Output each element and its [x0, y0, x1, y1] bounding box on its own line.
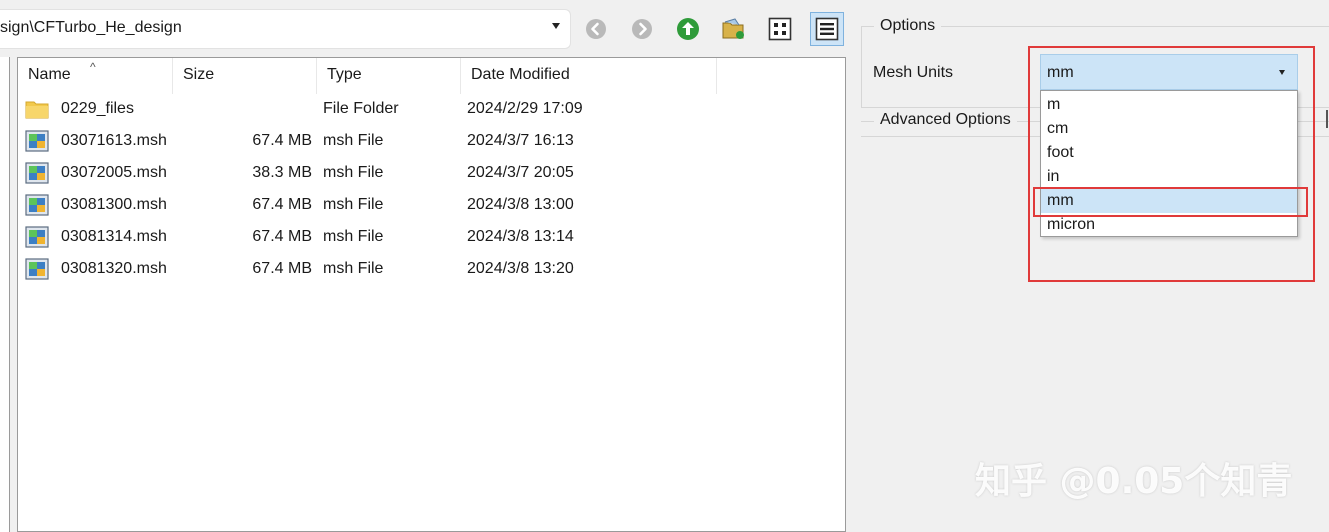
- new-folder-button[interactable]: [717, 12, 751, 46]
- path-text: sign\CFTurbo_He_design: [0, 19, 182, 36]
- chevron-down-icon[interactable]: [552, 23, 560, 29]
- column-header-type[interactable]: Type: [317, 58, 461, 94]
- table-row[interactable]: 03071613.msh 67.4 MB msh File 2024/3/7 1…: [18, 126, 845, 158]
- file-type: msh File: [323, 228, 384, 245]
- mesh-units-label: Mesh Units: [873, 64, 954, 81]
- file-size: 67.4 MB: [252, 196, 312, 213]
- file-size: 67.4 MB: [252, 228, 312, 245]
- file-name: 0229_files: [61, 100, 134, 117]
- panel-edge: [1326, 110, 1328, 128]
- column-header-date-modified[interactable]: Date Modified: [461, 58, 717, 94]
- msh-file-icon: [25, 194, 49, 216]
- file-name: 03081320.msh: [61, 260, 167, 277]
- up-folder-button[interactable]: [671, 12, 705, 46]
- forward-icon: [632, 19, 652, 39]
- new-folder-icon: [722, 18, 744, 39]
- msh-file-icon: [25, 130, 49, 152]
- column-header-name[interactable]: ^ Name: [18, 58, 173, 94]
- navigation-pane-edge: [0, 57, 10, 532]
- file-date: 2024/3/8 13:20: [467, 260, 574, 277]
- msh-file-icon: [25, 258, 49, 280]
- path-combobox[interactable]: sign\CFTurbo_He_design: [0, 10, 570, 48]
- file-date: 2024/2/29 17:09: [467, 100, 583, 117]
- file-type: msh File: [323, 260, 384, 277]
- file-name: 03081314.msh: [61, 228, 167, 245]
- file-type: msh File: [323, 164, 384, 181]
- options-group-label: Options: [874, 17, 942, 35]
- file-name: 03072005.msh: [61, 164, 167, 181]
- icon-view-button[interactable]: [763, 12, 797, 46]
- back-button[interactable]: [579, 12, 613, 46]
- file-size: 67.4 MB: [252, 260, 312, 277]
- detail-view-button[interactable]: [810, 12, 844, 46]
- file-date: 2024/3/7 16:13: [467, 132, 574, 149]
- watermark: 知乎 @0.05个知青: [975, 461, 1293, 502]
- file-type: msh File: [323, 196, 384, 213]
- up-folder-icon: [677, 18, 699, 40]
- file-size: 67.4 MB: [252, 132, 312, 149]
- table-row[interactable]: 03081314.msh 67.4 MB msh File 2024/3/8 1…: [18, 222, 845, 254]
- detail-view-icon: [815, 17, 839, 41]
- annotation-box-outer: [1028, 46, 1315, 282]
- folder-icon: [25, 101, 49, 119]
- msh-file-icon: [25, 162, 49, 184]
- back-icon: [586, 19, 606, 39]
- file-date: 2024/3/8 13:14: [467, 228, 574, 245]
- file-date: 2024/3/7 20:05: [467, 164, 574, 181]
- table-row[interactable]: 03081300.msh 67.4 MB msh File 2024/3/8 1…: [18, 190, 845, 222]
- column-header-size[interactable]: Size: [173, 58, 317, 94]
- file-name: 03071613.msh: [61, 132, 167, 149]
- table-row[interactable]: 03072005.msh 38.3 MB msh File 2024/3/7 2…: [18, 158, 845, 190]
- msh-file-icon: [25, 226, 49, 248]
- file-name: 03081300.msh: [61, 196, 167, 213]
- icon-view-icon: [768, 17, 792, 41]
- advanced-options-label[interactable]: Advanced Options: [874, 111, 1017, 129]
- forward-button[interactable]: [625, 12, 659, 46]
- annotation-box-selected: [1033, 187, 1308, 217]
- table-row[interactable]: 0229_files File Folder 2024/2/29 17:09: [18, 94, 845, 126]
- file-size: 38.3 MB: [252, 164, 312, 181]
- file-date: 2024/3/8 13:00: [467, 196, 574, 213]
- file-type: msh File: [323, 132, 384, 149]
- sort-ascending-icon: ^: [90, 60, 96, 74]
- file-type: File Folder: [323, 100, 399, 117]
- table-row[interactable]: 03081320.msh 67.4 MB msh File 2024/3/8 1…: [18, 254, 845, 286]
- file-list[interactable]: ^ Name Size Type Date Modified 0229_file…: [17, 57, 846, 532]
